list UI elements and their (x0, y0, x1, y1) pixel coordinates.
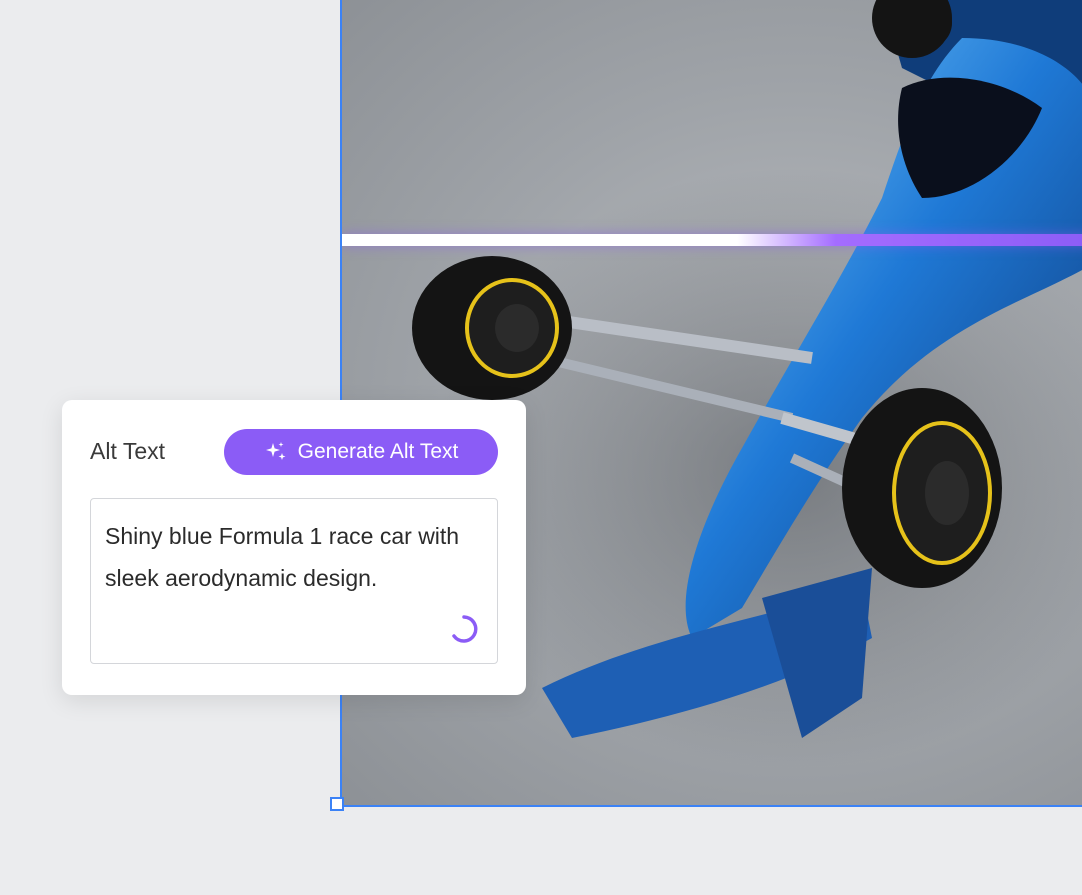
alt-text-label: Alt Text (90, 438, 165, 464)
alt-text-panel: Alt Text Generate Alt Text Shiny blue Fo… (62, 400, 526, 695)
generate-alt-text-button[interactable]: Generate Alt Text (224, 429, 498, 475)
scan-line (342, 234, 1082, 246)
loading-spinner-icon (452, 615, 478, 643)
generate-button-label: Generate Alt Text (297, 440, 459, 463)
resize-handle[interactable] (330, 797, 344, 811)
sparkle-icon (265, 442, 286, 460)
alt-text-field[interactable]: Shiny blue Formula 1 race car with sleek… (90, 498, 498, 664)
